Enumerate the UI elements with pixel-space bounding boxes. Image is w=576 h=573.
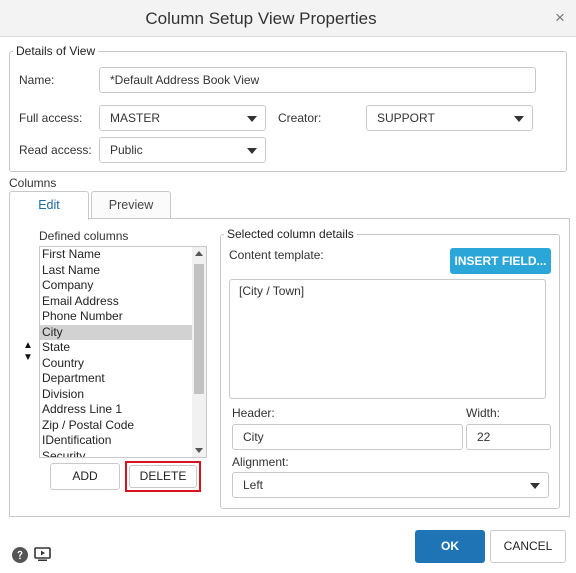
alignment-label: Alignment: [232, 455, 289, 469]
scroll-thumb[interactable] [194, 264, 204, 394]
close-icon[interactable]: × [553, 9, 567, 26]
list-item[interactable]: Last Name [40, 263, 192, 279]
list-item[interactable]: Email Address [40, 294, 192, 310]
chevron-down-icon [514, 116, 524, 122]
full-access-label: Full access: [19, 111, 83, 125]
read-access-value: Public [110, 143, 143, 157]
list-item[interactable]: Department [40, 371, 192, 387]
tab-edit[interactable]: Edit [9, 191, 89, 220]
list-item[interactable]: Country [40, 356, 192, 372]
full-access-select[interactable]: MASTER [99, 105, 266, 131]
defined-columns-label: Defined columns [39, 229, 129, 243]
title-bar: Column Setup View Properties × [0, 0, 576, 37]
chevron-down-icon [247, 116, 257, 122]
read-access-select[interactable]: Public [99, 137, 266, 163]
list-scrollbar[interactable] [192, 247, 206, 457]
dialog-title: Column Setup View Properties [145, 9, 377, 28]
full-access-value: MASTER [110, 111, 161, 125]
defined-columns-list[interactable]: First Name Last Name Company Email Address P… [39, 246, 207, 458]
list-item[interactable]: City [40, 324, 192, 340]
list-item[interactable]: Address Line 1 [40, 402, 192, 418]
scroll-down-icon[interactable] [195, 448, 203, 453]
content-template-textarea[interactable]: [City / Town] [229, 279, 546, 399]
selected-details-legend: Selected column details [227, 227, 354, 241]
alignment-value: Left [243, 478, 264, 492]
width-label: Width: [466, 406, 501, 420]
name-label: Name: [19, 73, 55, 87]
chevron-down-icon [247, 148, 257, 154]
ok-button[interactable]: OK [415, 530, 485, 563]
scroll-up-icon[interactable] [195, 251, 203, 256]
cancel-button[interactable]: CANCEL [490, 530, 566, 563]
alignment-select[interactable]: Left [232, 472, 549, 498]
chevron-down-icon [530, 483, 540, 489]
list-item[interactable]: IDentification [40, 433, 192, 449]
list-item[interactable]: First Name [40, 247, 192, 263]
details-legend: Details of View [16, 44, 96, 58]
defined-columns-items: First Name Last Name Company Email Address P… [40, 247, 192, 458]
columns-label: Columns [9, 176, 57, 190]
name-input[interactable]: *Default Address Book View [99, 67, 536, 93]
delete-highlight-box [125, 461, 201, 492]
move-down-icon[interactable]: ▼ [22, 352, 34, 364]
content-template-label: Content template: [229, 248, 324, 262]
move-up-icon[interactable]: ▲ [22, 340, 34, 352]
list-item[interactable]: Company [40, 278, 192, 294]
add-button[interactable]: ADD [50, 463, 120, 490]
list-item[interactable]: Phone Number [40, 309, 192, 325]
list-item[interactable]: Zip / Postal Code [40, 418, 192, 434]
insert-field-button[interactable]: INSERT FIELD... [450, 248, 551, 274]
creator-select[interactable]: SUPPORT [366, 105, 533, 131]
width-input[interactable]: 22 [466, 424, 551, 450]
header-input[interactable]: City [232, 424, 463, 450]
creator-label: Creator: [278, 111, 322, 125]
video-tutorial-icon[interactable] [34, 547, 51, 562]
help-icon[interactable] [12, 547, 28, 563]
reorder-arrows: ▲ ▼ [22, 340, 34, 364]
list-item[interactable]: Security [40, 449, 192, 458]
tab-preview[interactable]: Preview [91, 191, 171, 219]
list-item[interactable]: State [40, 340, 192, 356]
read-access-label: Read access: [19, 143, 92, 157]
creator-value: SUPPORT [377, 111, 435, 125]
list-item[interactable]: Division [40, 387, 192, 403]
header-label: Header: [232, 406, 275, 420]
